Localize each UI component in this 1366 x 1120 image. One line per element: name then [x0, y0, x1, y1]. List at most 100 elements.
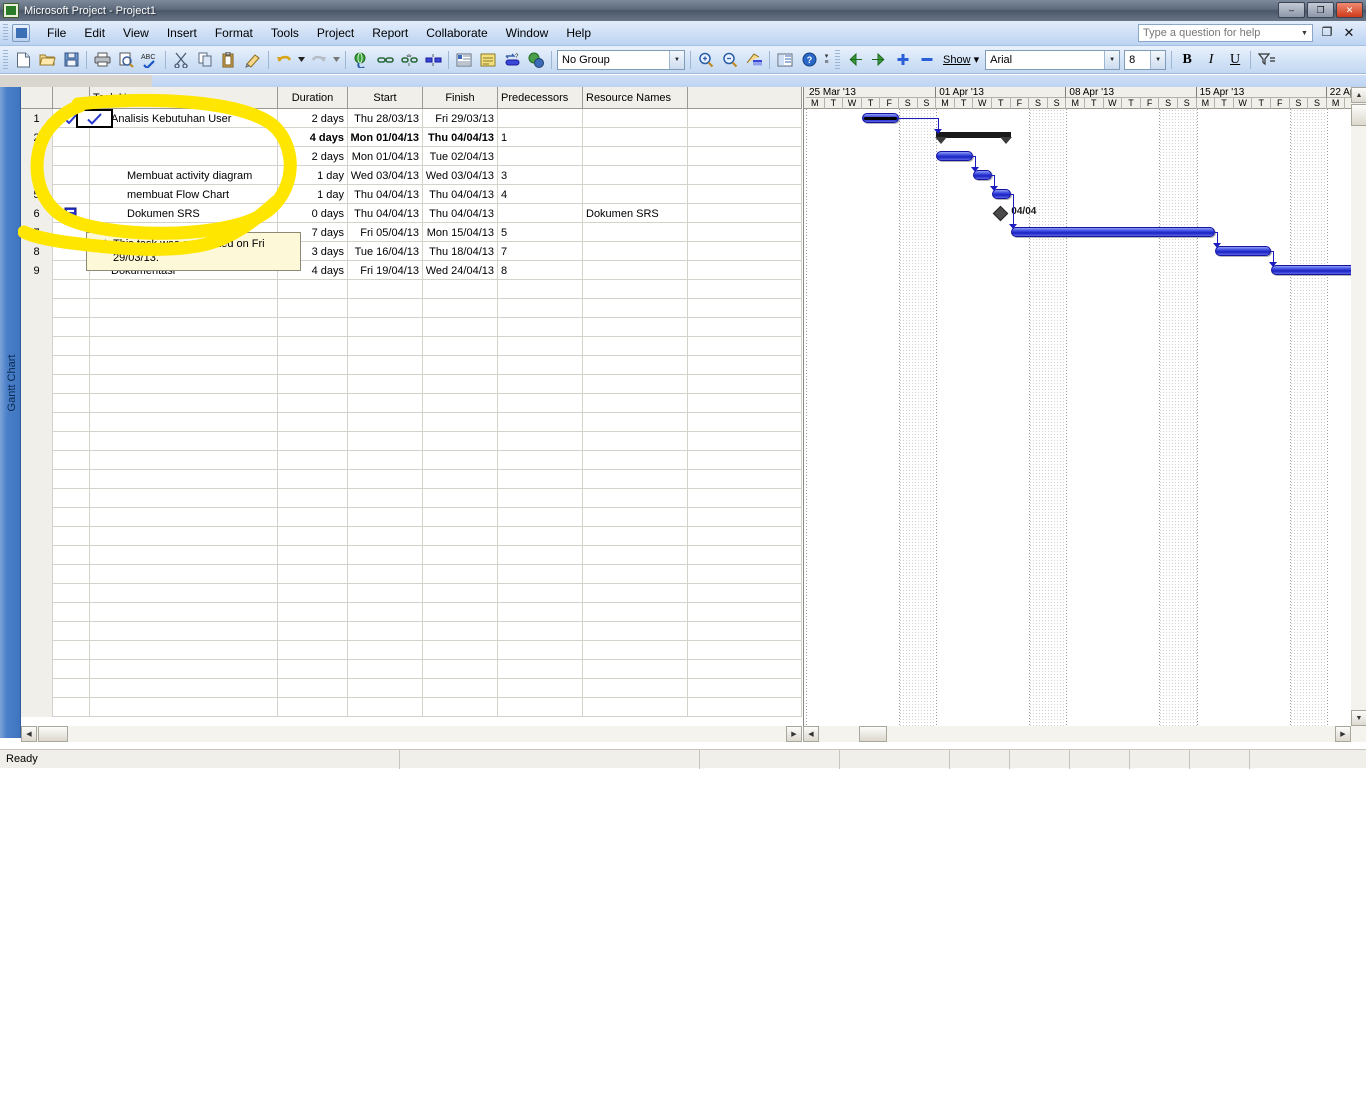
- cell-indicator[interactable]: [53, 470, 90, 489]
- cell-id[interactable]: [21, 470, 53, 489]
- cell-pred[interactable]: [498, 299, 583, 318]
- cell-id[interactable]: [21, 527, 53, 546]
- cell-name[interactable]: [90, 565, 278, 584]
- cell-finish[interactable]: Thu 04/04/13: [423, 128, 498, 147]
- cell-finish[interactable]: [423, 565, 498, 584]
- cell-name[interactable]: [90, 603, 278, 622]
- cell-finish[interactable]: Mon 15/04/13: [423, 223, 498, 242]
- chevron-down-icon[interactable]: ▼: [1104, 50, 1120, 69]
- cell-indicator[interactable]: [53, 508, 90, 527]
- cell-id[interactable]: [21, 375, 53, 394]
- cell-pred[interactable]: 7: [498, 242, 583, 261]
- cell-indicator[interactable]: [53, 185, 90, 204]
- cell-id[interactable]: 5: [21, 185, 53, 204]
- cell-duration[interactable]: [278, 299, 348, 318]
- cell-indicator[interactable]: [53, 356, 90, 375]
- cell-id[interactable]: 1: [21, 109, 53, 128]
- cell-duration[interactable]: [278, 451, 348, 470]
- cell-res[interactable]: [583, 375, 688, 394]
- table-row-empty[interactable]: [21, 337, 802, 356]
- cell-start[interactable]: [348, 394, 423, 413]
- cell-duration[interactable]: [278, 565, 348, 584]
- cell-pred[interactable]: [498, 698, 583, 717]
- sheet-hscroll-thumb[interactable]: [38, 726, 68, 742]
- cell-name[interactable]: [90, 451, 278, 470]
- cell-duration[interactable]: 2 days: [278, 109, 348, 128]
- cell-id[interactable]: 8: [21, 242, 53, 261]
- cell-name[interactable]: [90, 147, 278, 166]
- cell-id[interactable]: [21, 337, 53, 356]
- scroll-right-button[interactable]: ▶: [786, 726, 802, 742]
- cell-indicator[interactable]: [53, 318, 90, 337]
- table-row-empty[interactable]: [21, 565, 802, 584]
- cell-id[interactable]: [21, 280, 53, 299]
- cell-pred[interactable]: [498, 527, 583, 546]
- cell-duration[interactable]: [278, 470, 348, 489]
- cell-indicator[interactable]: [53, 128, 90, 147]
- cell-finish[interactable]: [423, 660, 498, 679]
- cell-finish[interactable]: [423, 413, 498, 432]
- menu-item-window[interactable]: Window: [497, 23, 558, 43]
- cell-indicator[interactable]: [53, 223, 90, 242]
- cell-res[interactable]: [583, 470, 688, 489]
- cell-name[interactable]: [90, 660, 278, 679]
- formatting-toolbar-grip-handle[interactable]: [835, 49, 840, 70]
- group-by-combobox[interactable]: No Group ▼: [557, 49, 685, 70]
- hyperlink-globe-icon[interactable]: [350, 49, 372, 71]
- help-search-input[interactable]: Type a question for help: [1138, 24, 1313, 42]
- table-row-empty[interactable]: [21, 394, 802, 413]
- cell-res[interactable]: [583, 622, 688, 641]
- table-row-empty[interactable]: [21, 508, 802, 527]
- cell-finish[interactable]: [423, 375, 498, 394]
- cell-res[interactable]: [583, 166, 688, 185]
- cell-pred[interactable]: 5: [498, 223, 583, 242]
- cell-start[interactable]: [348, 546, 423, 565]
- cell-indicator[interactable]: [53, 394, 90, 413]
- table-row[interactable]: 5 membuat Flow Chart 1 day Thu 04/04/13 Thu …: [21, 185, 802, 204]
- cell-id[interactable]: 7: [21, 223, 53, 242]
- cell-pred[interactable]: [498, 318, 583, 337]
- cell-pred[interactable]: [498, 413, 583, 432]
- format-painter-icon[interactable]: [242, 49, 264, 71]
- cell-name[interactable]: [90, 375, 278, 394]
- cell-res[interactable]: [583, 698, 688, 717]
- cell-start[interactable]: [348, 508, 423, 527]
- cell-indicator[interactable]: [53, 451, 90, 470]
- cell-res[interactable]: [583, 451, 688, 470]
- cell-indicator[interactable]: [53, 261, 90, 280]
- table-row[interactable]: 4 Membuat activity diagram 1 day Wed 03/04/…: [21, 166, 802, 185]
- chevron-down-icon[interactable]: ▼: [1150, 50, 1166, 69]
- table-row-empty[interactable]: [21, 432, 802, 451]
- cell-indicator[interactable]: [53, 603, 90, 622]
- cell-name[interactable]: [90, 432, 278, 451]
- cell-indicator[interactable]: [53, 622, 90, 641]
- goto-selected-task-icon[interactable]: [743, 49, 765, 71]
- cell-finish[interactable]: [423, 451, 498, 470]
- menu-item-help[interactable]: Help: [557, 23, 600, 43]
- cell-finish[interactable]: [423, 622, 498, 641]
- cell-res[interactable]: [583, 280, 688, 299]
- cell-pred[interactable]: [498, 679, 583, 698]
- menu-item-edit[interactable]: Edit: [75, 23, 114, 43]
- cell-start[interactable]: [348, 698, 423, 717]
- cell-duration[interactable]: 1 day: [278, 185, 348, 204]
- cell-finish[interactable]: Thu 18/04/13: [423, 242, 498, 261]
- table-row-empty[interactable]: [21, 584, 802, 603]
- cell-indicator[interactable]: [53, 660, 90, 679]
- cell-name[interactable]: [90, 394, 278, 413]
- cell-id[interactable]: [21, 489, 53, 508]
- column-header-id[interactable]: [21, 87, 53, 109]
- cell-id[interactable]: 9: [21, 261, 53, 280]
- cell-pred[interactable]: [498, 603, 583, 622]
- cell-duration[interactable]: 0 days: [278, 204, 348, 223]
- cell-name[interactable]: [90, 584, 278, 603]
- cell-name[interactable]: [90, 337, 278, 356]
- cell-finish[interactable]: [423, 470, 498, 489]
- cell-name[interactable]: [90, 128, 278, 147]
- cell-res[interactable]: [583, 337, 688, 356]
- cell-res[interactable]: [583, 128, 688, 147]
- underline-button[interactable]: U: [1224, 49, 1246, 71]
- cell-indicator[interactable]: [53, 641, 90, 660]
- cell-start[interactable]: [348, 679, 423, 698]
- selected-indicator-cell[interactable]: [76, 109, 113, 128]
